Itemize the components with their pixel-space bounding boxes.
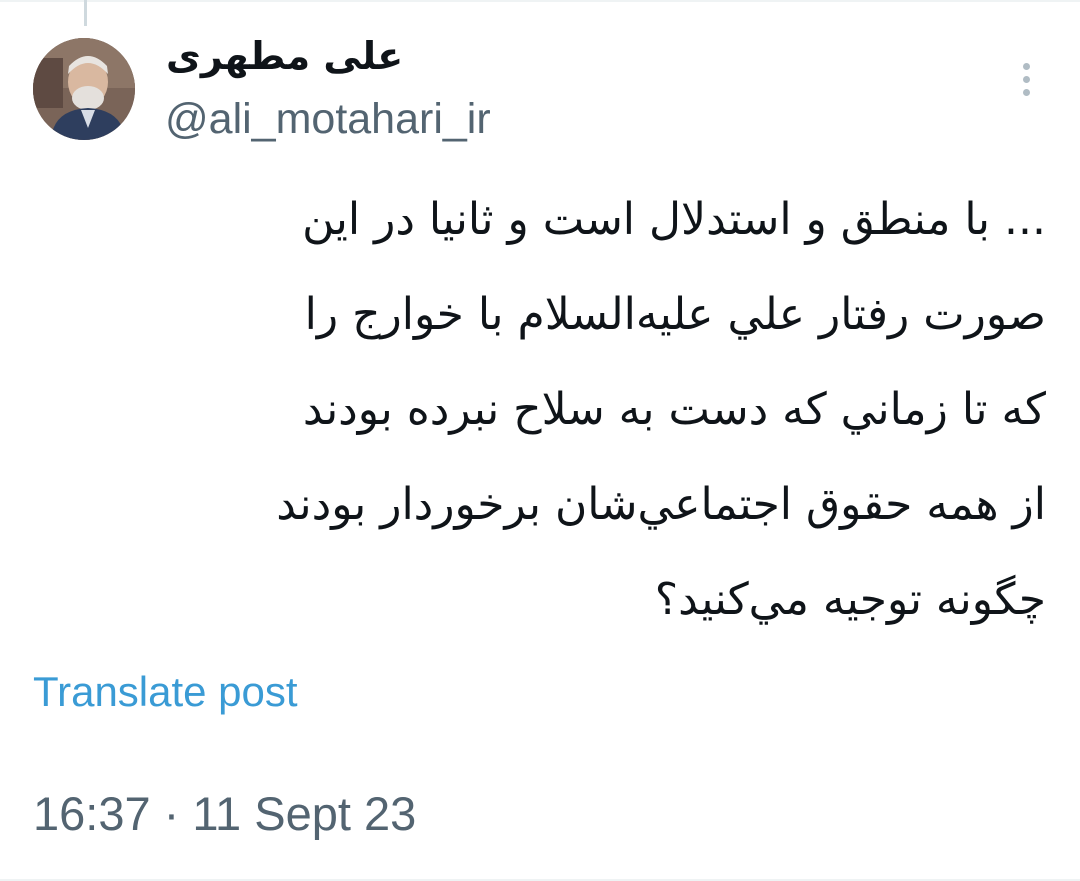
tweet-line: ... با منطق و استدلال است و ثانیا در این [302, 194, 1046, 245]
author-display-name[interactable]: علی مطهری [166, 26, 406, 86]
more-dot [1022, 62, 1030, 70]
author-avatar[interactable] [33, 38, 135, 140]
thread-connector-line [84, 0, 87, 26]
translate-post-link[interactable]: Translate post [33, 666, 298, 718]
tweet-line: از همه حقوق اجتماعي‌شان برخوردار بودند [276, 479, 1046, 530]
tweet-line: كه تا زماني كه دست به سلاح نبرده بودند [302, 384, 1046, 435]
more-dot [1022, 75, 1030, 83]
tweet-line: چگونه توجيه مي‌كنيد؟ [654, 574, 1046, 625]
avatar-photo-icon [33, 38, 135, 140]
tweet-line: صورت رفتار علي عليه‌السلام با خوارج را [304, 289, 1046, 340]
more-options-icon[interactable] [1004, 52, 1048, 106]
top-divider [0, 0, 1080, 2]
post-timestamp[interactable]: 16:37 · 11 Sept 23 [33, 785, 416, 843]
author-handle[interactable]: @ali_motahari_ir [165, 90, 491, 148]
tweet-text: ... با منطق و استدلال است و ثانیا در این… [46, 172, 1046, 647]
more-dot [1022, 88, 1030, 96]
